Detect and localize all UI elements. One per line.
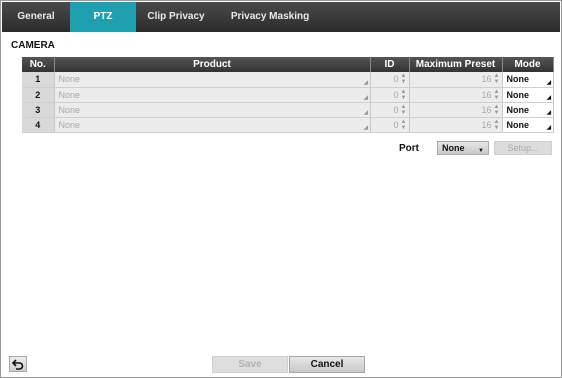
spinner-arrows-icon[interactable]: ▲ ▼ bbox=[494, 73, 500, 85]
dropdown-corner-icon: ◢ bbox=[546, 79, 552, 86]
max-preset-spinner[interactable]: 16 ▲ ▼ bbox=[409, 117, 503, 133]
product-value: None bbox=[58, 119, 81, 130]
col-header-id: ID bbox=[370, 57, 410, 72]
spinner-arrows-icon[interactable]: ▲ ▼ bbox=[494, 119, 500, 131]
chevron-down-icon: ▼ bbox=[478, 148, 484, 154]
table-row: 1 None ◢ 0 ▲ ▼ 16 ▲ ▼ None ◢ bbox=[22, 72, 554, 88]
mode-select[interactable]: None ◢ bbox=[502, 117, 554, 133]
save-button[interactable]: Save bbox=[212, 356, 288, 373]
col-header-product: Product bbox=[54, 57, 371, 72]
cancel-button[interactable]: Cancel bbox=[289, 356, 365, 373]
col-header-mode: Mode bbox=[502, 57, 554, 72]
max-preset-value: 16 bbox=[481, 119, 492, 130]
mode-value: None bbox=[506, 104, 530, 115]
dropdown-corner-icon: ◢ bbox=[363, 79, 369, 86]
spinner-arrows-icon[interactable]: ▲ ▼ bbox=[494, 104, 500, 116]
max-preset-spinner[interactable]: 16 ▲ ▼ bbox=[409, 87, 503, 103]
tab-ptz[interactable]: PTZ bbox=[70, 2, 136, 32]
ptz-setup-window: General PTZ Clip Privacy Privacy Masking… bbox=[0, 0, 562, 378]
spinner-arrows-icon[interactable]: ▲ ▼ bbox=[401, 119, 407, 131]
dropdown-corner-icon: ◢ bbox=[546, 124, 552, 131]
camera-number: 1 bbox=[22, 72, 55, 88]
port-select[interactable]: None ▼ bbox=[437, 141, 489, 155]
back-button[interactable] bbox=[9, 356, 27, 372]
section-title: CAMERA bbox=[11, 40, 55, 51]
mode-value: None bbox=[506, 74, 530, 85]
id-spinner[interactable]: 0 ▲ ▼ bbox=[370, 117, 410, 133]
table-row: 3 None ◢ 0 ▲ ▼ 16 ▲ ▼ None ◢ bbox=[22, 102, 554, 118]
max-preset-spinner[interactable]: 16 ▲ ▼ bbox=[409, 102, 503, 118]
camera-number: 4 bbox=[22, 117, 55, 133]
spinner-arrows-icon[interactable]: ▲ ▼ bbox=[401, 104, 407, 116]
mode-select[interactable]: None ◢ bbox=[502, 72, 554, 88]
col-header-no: No. bbox=[22, 57, 55, 72]
id-value: 0 bbox=[393, 89, 399, 100]
spinner-arrows-icon[interactable]: ▲ ▼ bbox=[401, 73, 407, 85]
dropdown-corner-icon: ◢ bbox=[363, 124, 369, 131]
product-value: None bbox=[58, 74, 81, 85]
mode-value: None bbox=[506, 119, 530, 130]
product-select[interactable]: None ◢ bbox=[54, 117, 371, 133]
back-arrow-icon bbox=[12, 358, 24, 370]
max-preset-spinner[interactable]: 16 ▲ ▼ bbox=[409, 72, 503, 88]
port-value: None bbox=[442, 143, 465, 153]
tab-clip-privacy[interactable]: Clip Privacy bbox=[136, 2, 216, 32]
table-row: 4 None ◢ 0 ▲ ▼ 16 ▲ ▼ None ◢ bbox=[22, 117, 554, 133]
product-value: None bbox=[58, 104, 81, 115]
col-header-maximum-preset: Maximum Preset bbox=[409, 57, 503, 72]
product-select[interactable]: None ◢ bbox=[54, 87, 371, 103]
port-row: Port None ▼ Setup... bbox=[399, 141, 552, 155]
id-value: 0 bbox=[393, 74, 399, 85]
dropdown-corner-icon: ◢ bbox=[363, 94, 369, 101]
table-header-row: No. Product ID Maximum Preset Mode bbox=[22, 57, 554, 72]
dropdown-corner-icon: ◢ bbox=[363, 109, 369, 116]
port-label: Port bbox=[399, 142, 419, 154]
id-value: 0 bbox=[393, 119, 399, 130]
product-select[interactable]: None ◢ bbox=[54, 102, 371, 118]
mode-value: None bbox=[506, 89, 530, 100]
camera-table: No. Product ID Maximum Preset Mode 1 Non… bbox=[22, 57, 554, 133]
tab-bar: General PTZ Clip Privacy Privacy Masking bbox=[2, 2, 560, 32]
tab-general[interactable]: General bbox=[2, 2, 70, 32]
product-select[interactable]: None ◢ bbox=[54, 72, 371, 88]
id-spinner[interactable]: 0 ▲ ▼ bbox=[370, 72, 410, 88]
camera-number: 3 bbox=[22, 102, 55, 118]
dropdown-corner-icon: ◢ bbox=[546, 109, 552, 116]
tab-privacy-masking[interactable]: Privacy Masking bbox=[216, 2, 324, 32]
id-spinner[interactable]: 0 ▲ ▼ bbox=[370, 102, 410, 118]
max-preset-value: 16 bbox=[481, 89, 492, 100]
mode-select[interactable]: None ◢ bbox=[502, 102, 554, 118]
max-preset-value: 16 bbox=[481, 74, 492, 85]
id-value: 0 bbox=[393, 104, 399, 115]
setup-button[interactable]: Setup... bbox=[494, 141, 552, 155]
table-row: 2 None ◢ 0 ▲ ▼ 16 ▲ ▼ None ◢ bbox=[22, 87, 554, 103]
camera-number: 2 bbox=[22, 87, 55, 103]
spinner-arrows-icon[interactable]: ▲ ▼ bbox=[494, 89, 500, 101]
product-value: None bbox=[58, 89, 81, 100]
max-preset-value: 16 bbox=[481, 104, 492, 115]
dropdown-corner-icon: ◢ bbox=[546, 94, 552, 101]
spinner-arrows-icon[interactable]: ▲ ▼ bbox=[401, 89, 407, 101]
id-spinner[interactable]: 0 ▲ ▼ bbox=[370, 87, 410, 103]
mode-select[interactable]: None ◢ bbox=[502, 87, 554, 103]
